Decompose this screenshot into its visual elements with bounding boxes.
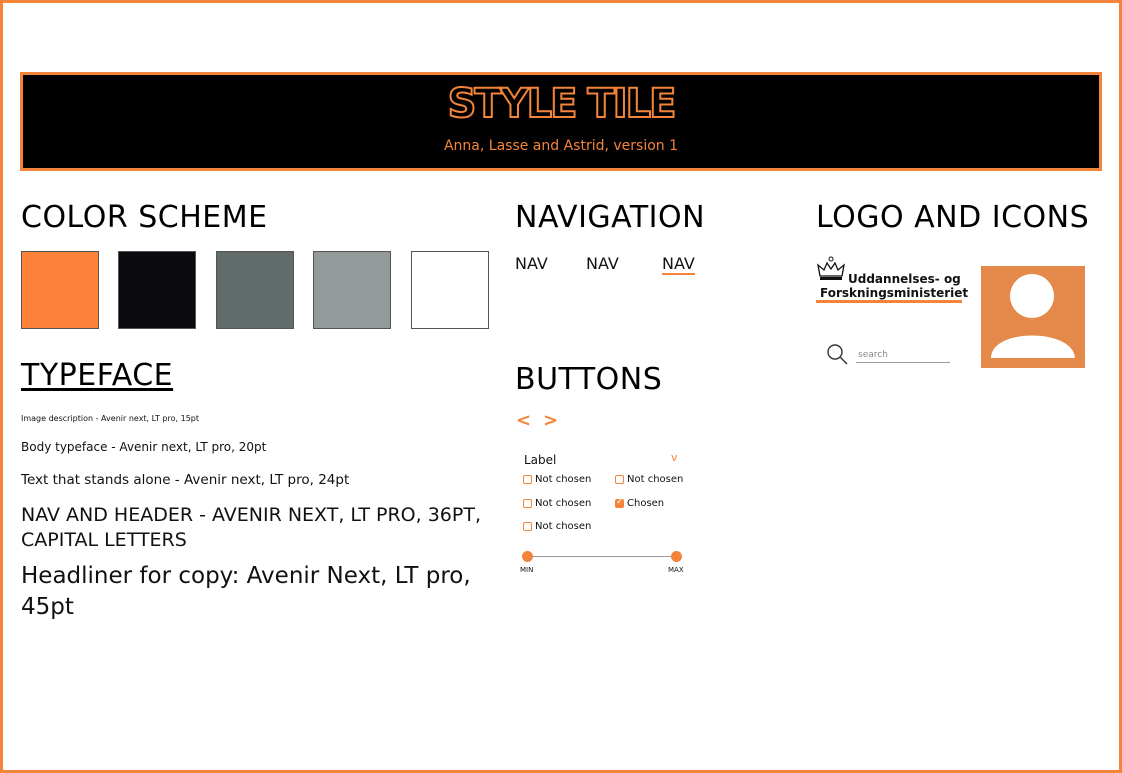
prev-arrow-button[interactable]: < bbox=[516, 410, 531, 431]
checkbox-label: Not chosen bbox=[535, 498, 592, 509]
typeface-sample-image-description: Image description - Avenir next, LT pro,… bbox=[21, 414, 199, 423]
search-input[interactable] bbox=[856, 347, 950, 363]
logo-icons-heading: LOGO AND ICONS bbox=[816, 200, 1090, 235]
checkbox-item[interactable]: Not chosen bbox=[615, 474, 683, 485]
nav-item-1[interactable]: NAV bbox=[515, 254, 548, 273]
typeface-sample-nav-header-line2: CAPITAL LETTERS bbox=[21, 529, 187, 551]
checkbox-label: Chosen bbox=[627, 498, 665, 509]
typeface-sample-nav-header: NAV AND HEADER - AVENIR NEXT, LT PRO, 36… bbox=[21, 504, 481, 526]
nav-item-2[interactable]: NAV bbox=[586, 254, 619, 273]
slider-min-handle[interactable] bbox=[522, 551, 533, 562]
ministry-logo-line2: Forskningsministeriet bbox=[820, 286, 969, 300]
checkbox-box[interactable] bbox=[523, 522, 532, 531]
page-title: STYLE TILE bbox=[447, 80, 678, 128]
buttons-heading: BUTTONS bbox=[515, 362, 663, 397]
color-swatch-dark-gray bbox=[216, 251, 294, 329]
page-subtitle: Anna, Lasse and Astrid, version 1 bbox=[443, 138, 679, 154]
color-swatch-black bbox=[118, 251, 196, 329]
search-icon[interactable] bbox=[825, 342, 849, 366]
checkbox-item[interactable]: Not chosen bbox=[523, 498, 591, 509]
typeface-sample-headliner: Headliner for copy: Avenir Next, LT pro, bbox=[21, 563, 471, 589]
slider-max-handle[interactable] bbox=[671, 551, 682, 562]
next-arrow-button[interactable]: > bbox=[543, 410, 558, 431]
checkbox-box[interactable] bbox=[523, 499, 532, 508]
color-swatch-white bbox=[411, 251, 489, 329]
nav-item-active[interactable]: NAV bbox=[662, 254, 695, 275]
crown-icon bbox=[817, 256, 845, 280]
checkbox-item[interactable]: Not chosen bbox=[523, 474, 591, 485]
checkbox-label: Not chosen bbox=[535, 521, 592, 532]
user-avatar-icon bbox=[981, 266, 1085, 368]
chevron-down-icon[interactable]: v bbox=[671, 451, 678, 464]
slider-min-label: MIN bbox=[520, 566, 534, 574]
slider-max-label: MAX bbox=[668, 566, 684, 574]
typeface-sample-headliner-line2: 45pt bbox=[21, 594, 74, 620]
checkbox-box-checked[interactable] bbox=[615, 497, 624, 508]
typeface-sample-body: Body typeface - Avenir next, LT pro, 20p… bbox=[21, 440, 267, 454]
typeface-sample-standalone: Text that stands alone - Avenir next, LT… bbox=[21, 472, 350, 488]
navigation-heading: NAVIGATION bbox=[515, 200, 706, 235]
checkbox-item[interactable]: Not chosen bbox=[523, 521, 591, 532]
color-swatch-orange bbox=[21, 251, 99, 329]
checkbox-item-checked[interactable]: Chosen bbox=[615, 497, 665, 509]
logo-underline bbox=[816, 300, 962, 303]
typeface-heading: TYPEFACE bbox=[21, 358, 174, 393]
checkbox-box[interactable] bbox=[615, 475, 624, 484]
range-slider-track[interactable] bbox=[527, 556, 677, 557]
color-scheme-heading: COLOR SCHEME bbox=[21, 200, 268, 235]
header-banner: STYLE TILE Anna, Lasse and Astrid, versi… bbox=[20, 72, 1102, 171]
dropdown-label[interactable]: Label bbox=[524, 453, 556, 467]
ministry-logo-line1: Uddannelses- og bbox=[848, 272, 961, 286]
checkbox-label: Not chosen bbox=[535, 474, 592, 485]
checkbox-box[interactable] bbox=[523, 475, 532, 484]
checkbox-label: Not chosen bbox=[627, 474, 684, 485]
color-swatch-light-gray bbox=[313, 251, 391, 329]
